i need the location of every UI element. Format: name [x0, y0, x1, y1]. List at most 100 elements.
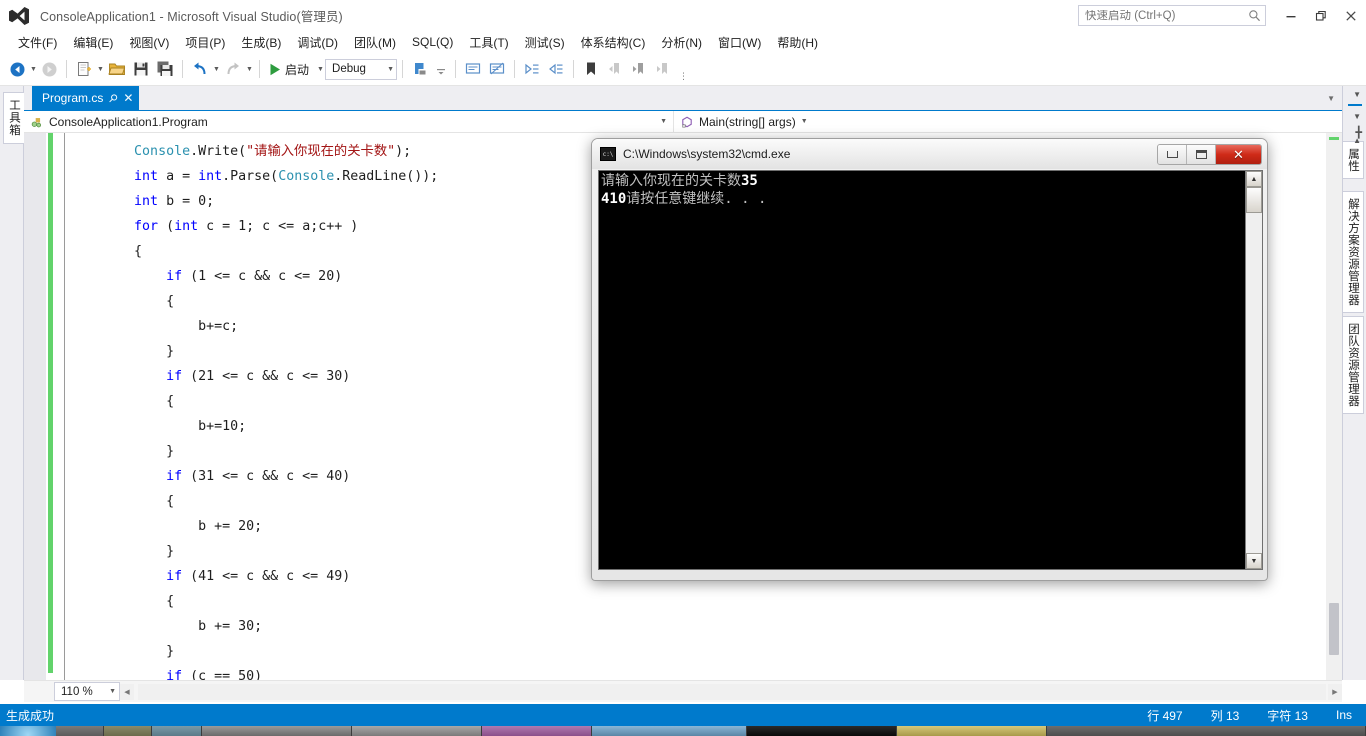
insert-mode-indicator[interactable]: Ins: [1322, 708, 1366, 722]
menu-help[interactable]: 帮助(H): [769, 32, 826, 53]
chevron-down-icon[interactable]: ▼: [387, 66, 394, 73]
chevron-down-icon[interactable]: ▼: [660, 118, 667, 125]
save-all-button[interactable]: [153, 57, 177, 81]
sidebar-item-team-explorer[interactable]: 团队资源管理器: [1342, 316, 1364, 414]
toolbar-expand-button[interactable]: [432, 57, 450, 81]
toolbar-separator-4: [402, 60, 404, 78]
undo-dropdown[interactable]: ▼: [212, 57, 221, 81]
solution-configuration-combo[interactable]: Debug ▼: [325, 58, 398, 80]
clear-bookmarks-button[interactable]: [651, 57, 675, 81]
search-icon[interactable]: [1248, 9, 1261, 22]
cmd-scroll-thumb[interactable]: [1246, 187, 1262, 213]
close-button[interactable]: [1336, 0, 1366, 31]
sidebar-item-toolbox[interactable]: 工具箱: [3, 92, 25, 144]
member-scope-combo[interactable]: Main(string[] args) ▼: [674, 111, 814, 133]
minimize-button[interactable]: [1276, 0, 1306, 31]
save-button[interactable]: [129, 57, 153, 81]
cmd-title-bar[interactable]: c:\ C:\Windows\system32\cmd.exe ✕: [592, 139, 1267, 169]
code-line: int a = int.Parse(Console.ReadLine());: [70, 164, 438, 189]
cmd-scroll-track[interactable]: [1246, 187, 1262, 553]
code-token: if: [166, 469, 183, 484]
uncomment-selection-button[interactable]: [485, 57, 509, 81]
pin-icon[interactable]: ⚲: [106, 91, 121, 105]
sidebar-item-solution-explorer[interactable]: 解决方案资源管理器: [1342, 191, 1364, 313]
taskbar-item-1[interactable]: [56, 726, 104, 736]
attach-to-process-button[interactable]: [408, 57, 432, 81]
menu-file[interactable]: 文件(F): [10, 32, 65, 53]
next-bookmark-button[interactable]: [627, 57, 651, 81]
menu-analyze[interactable]: 分析(N): [653, 32, 710, 53]
cmd-console-window[interactable]: c:\ C:\Windows\system32\cmd.exe ✕ 请输入你现在…: [591, 138, 1268, 581]
cmd-scroll-up-button[interactable]: ▲: [1246, 171, 1262, 187]
open-file-button[interactable]: [105, 57, 129, 81]
menu-sql[interactable]: SQL(Q): [404, 33, 461, 51]
column-indicator: 列 13: [1210, 708, 1240, 723]
navigate-backward-dropdown[interactable]: ▼: [29, 57, 38, 81]
menu-debug[interactable]: 调试(D): [289, 32, 346, 53]
menu-tools[interactable]: 工具(T): [461, 32, 516, 53]
menu-window[interactable]: 窗口(W): [710, 32, 769, 53]
taskbar-tray[interactable]: [1047, 726, 1366, 736]
dock-scroll-down-icon-2[interactable]: ▼: [1353, 112, 1361, 121]
quick-launch-input[interactable]: [1085, 9, 1248, 22]
editor-vertical-scrollbar[interactable]: [1326, 133, 1342, 680]
menu-team[interactable]: 团队(M): [346, 32, 404, 53]
increase-indent-button[interactable]: [520, 57, 544, 81]
tab-program-cs[interactable]: Program.cs ⚲ ✕: [32, 86, 140, 110]
code-line: Console.Write("请输入你现在的关卡数");: [70, 139, 438, 164]
cmd-minimize-button[interactable]: [1158, 144, 1187, 164]
chevron-down-icon[interactable]: ▼: [109, 688, 116, 695]
code-token: {: [166, 594, 175, 609]
navigate-backward-button[interactable]: [6, 57, 29, 81]
new-project-dropdown[interactable]: ▼: [96, 57, 105, 81]
previous-bookmark-button[interactable]: [603, 57, 627, 81]
scrollbar-thumb[interactable]: [1329, 603, 1339, 655]
cmd-close-button[interactable]: ✕: [1216, 144, 1261, 164]
taskbar-item-4[interactable]: [202, 726, 352, 736]
dock-scroll-down-icon[interactable]: ▼: [1353, 90, 1361, 99]
tab-list-icon[interactable]: ▼: [1324, 94, 1338, 103]
taskbar-item-9[interactable]: [897, 726, 1047, 736]
start-debug-dropdown[interactable]: ▼: [316, 57, 325, 81]
toggle-bookmark-button[interactable]: [579, 57, 603, 81]
menu-build[interactable]: 生成(B): [233, 32, 289, 53]
dock-scroll-up-icon[interactable]: ▲: [1353, 136, 1361, 145]
navigate-forward-button[interactable]: [38, 57, 61, 81]
scroll-right-button[interactable]: ▶: [1328, 683, 1342, 700]
cmd-vertical-scrollbar[interactable]: ▲ ▼: [1245, 171, 1262, 569]
toolbar-overflow-button[interactable]: ⋮: [675, 71, 692, 82]
editor-horizontal-scrollbar[interactable]: [138, 683, 1326, 700]
close-icon[interactable]: ✕: [123, 91, 133, 105]
comment-selection-button[interactable]: [461, 57, 485, 81]
taskbar-item-6[interactable]: [482, 726, 592, 736]
redo-dropdown[interactable]: ▼: [245, 57, 254, 81]
restore-button[interactable]: [1306, 0, 1336, 31]
redo-button[interactable]: [221, 57, 245, 81]
taskbar-item-5[interactable]: [352, 726, 482, 736]
menu-view[interactable]: 视图(V): [121, 32, 177, 53]
start-button[interactable]: [0, 726, 56, 736]
undo-button[interactable]: [188, 57, 212, 81]
menu-test[interactable]: 测试(S): [517, 32, 573, 53]
sidebar-item-properties[interactable]: 属性: [1342, 141, 1364, 179]
taskbar-item-7[interactable]: [592, 726, 747, 736]
menu-edit[interactable]: 编辑(E): [65, 32, 121, 53]
taskbar-item-2[interactable]: [104, 726, 152, 736]
code-text[interactable]: Console.Write("请输入你现在的关卡数"); int a = int…: [70, 139, 438, 680]
start-debug-button[interactable]: 启动: [265, 57, 316, 81]
close-icon: [1346, 10, 1356, 21]
cmd-scroll-down-button[interactable]: ▼: [1246, 553, 1262, 569]
taskbar-item-8[interactable]: [747, 726, 897, 736]
decrease-indent-button[interactable]: [544, 57, 568, 81]
cmd-maximize-button[interactable]: [1187, 144, 1216, 164]
menu-architecture[interactable]: 体系结构(C): [573, 32, 654, 53]
new-project-button[interactable]: [72, 57, 96, 81]
menu-project[interactable]: 项目(P): [177, 32, 233, 53]
cmd-console-body[interactable]: 请输入你现在的关卡数35 410请按任意键继续. . . ▲ ▼: [598, 170, 1263, 570]
quick-launch-box[interactable]: [1078, 5, 1266, 26]
type-scope-combo[interactable]: ConsoleApplication1.Program ▼: [24, 110, 674, 133]
taskbar-item-3[interactable]: [152, 726, 202, 736]
chevron-down-icon-2[interactable]: ▼: [801, 118, 808, 125]
zoom-combo[interactable]: 110 % ▼: [54, 682, 120, 701]
scroll-left-button[interactable]: ◀: [120, 683, 134, 700]
